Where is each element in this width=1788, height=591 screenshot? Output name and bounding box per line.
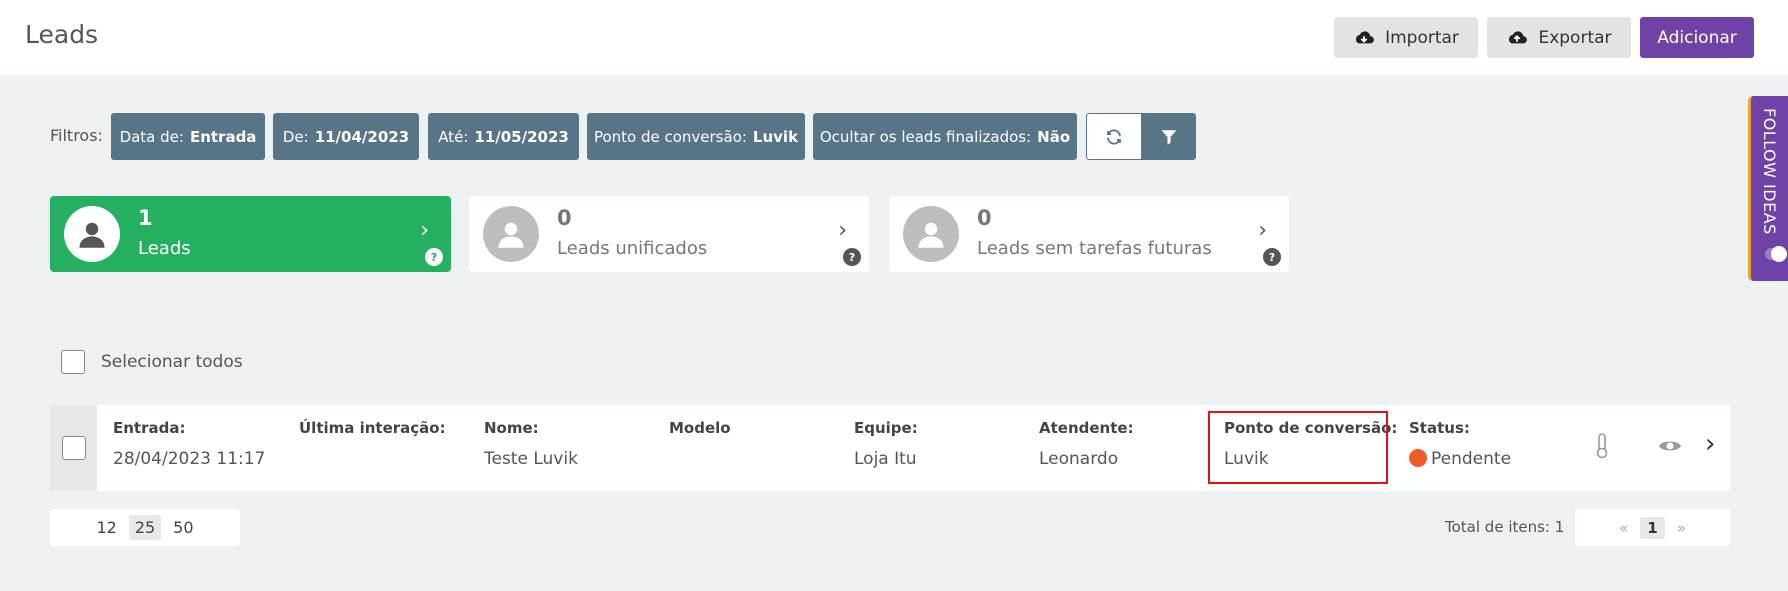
col-header: Última interação: <box>299 419 446 437</box>
col-header: Equipe: <box>854 419 918 437</box>
filter-chip-value: Entrada <box>189 127 257 146</box>
row-checkbox-cell <box>50 405 97 491</box>
filter-chip-value: 11/05/2023 <box>474 127 569 146</box>
filter-chip-value: Luvik <box>752 127 799 146</box>
page-title: Leads <box>25 20 99 49</box>
pagination-current[interactable]: 1 <box>1640 516 1665 539</box>
row-checkbox[interactable] <box>61 436 86 460</box>
filter-chip-key: Ponto de conversão: <box>593 127 747 146</box>
follow-ideas-label: FOLLOW IDEAS <box>1760 108 1779 235</box>
col-value: Leonardo <box>1039 449 1119 469</box>
status-text: Pendente <box>1431 449 1512 469</box>
card-unified-leads[interactable]: 0 Leads unificados › ? <box>469 196 869 272</box>
user-avatar-icon <box>483 206 539 262</box>
col-header: Nome: <box>484 419 539 437</box>
table-row[interactable]: Entrada: 28/04/2023 11:17 Última interaç… <box>50 405 1730 491</box>
import-button[interactable]: Importar <box>1334 17 1478 58</box>
export-button[interactable]: Exportar <box>1487 17 1631 58</box>
filter-chip-conversion-point[interactable]: Ponto de conversão: Luvik <box>587 113 805 160</box>
cloud-upload-icon <box>1509 30 1528 43</box>
filter-chip-date-type[interactable]: Data de: Entrada <box>111 113 265 160</box>
col-entrada: Entrada: 28/04/2023 11:17 <box>113 419 265 469</box>
pagination-prev[interactable]: « <box>1619 519 1628 537</box>
chevron-right-icon: › <box>838 218 847 243</box>
col-header: Modelo <box>669 419 731 437</box>
card-count: 1 <box>138 206 153 230</box>
page-size-50[interactable]: 50 <box>167 515 199 540</box>
col-header: Entrada: <box>113 419 186 437</box>
filter-button[interactable] <box>1141 113 1196 160</box>
help-icon[interactable]: ? <box>1263 248 1281 266</box>
clock-icon <box>1409 449 1427 467</box>
pagination: « 1 » <box>1575 509 1730 546</box>
filter-chip-key: De: <box>282 127 309 146</box>
card-label: Leads sem tarefas futuras <box>977 238 1212 259</box>
chevron-right-icon: › <box>1258 218 1267 243</box>
card-leads[interactable]: 1 Leads › ? <box>50 196 451 272</box>
help-icon[interactable]: ? <box>425 248 443 266</box>
thermometer-icon[interactable] <box>1595 433 1609 463</box>
card-label: Leads <box>138 238 191 259</box>
filter-chip-hide-finished[interactable]: Ocultar os leads finalizados: Não <box>813 113 1077 160</box>
toggle-icon <box>1765 246 1787 262</box>
select-all-checkbox[interactable] <box>61 350 85 374</box>
filter-chip-to[interactable]: Até: 11/05/2023 <box>428 113 579 160</box>
col-value: Loja Itu <box>854 449 917 469</box>
col-header: Atendente: <box>1039 419 1134 437</box>
add-button[interactable]: Adicionar <box>1640 17 1754 58</box>
refresh-button[interactable] <box>1086 113 1142 160</box>
col-atendente: Atendente: Leonardo <box>1039 419 1134 469</box>
chevron-right-icon[interactable]: › <box>1705 429 1715 459</box>
top-bar: Leads Importar Exportar Adicionar <box>0 0 1788 75</box>
total-items: Total de itens: 1 <box>1445 518 1565 536</box>
filter-chip-key: Ocultar os leads finalizados: <box>819 127 1032 146</box>
col-modelo: Modelo <box>669 419 731 449</box>
help-icon[interactable]: ? <box>843 248 861 266</box>
export-label: Exportar <box>1538 27 1612 48</box>
eye-icon[interactable] <box>1658 438 1682 458</box>
filter-chip-from[interactable]: De: 11/04/2023 <box>273 113 419 160</box>
col-status: Status: Pendente <box>1409 419 1511 469</box>
card-count: 0 <box>977 206 992 230</box>
user-avatar-icon <box>64 206 120 262</box>
funnel-icon <box>1161 129 1176 144</box>
select-all-label: Selecionar todos <box>101 352 243 372</box>
user-avatar-icon <box>903 206 959 262</box>
col-equipe: Equipe: Loja Itu <box>854 419 918 469</box>
filter-chip-key: Data de: <box>119 127 184 146</box>
col-value: Teste Luvik <box>484 449 578 469</box>
filter-chip-key: Até: <box>438 127 469 146</box>
page-size-25[interactable]: 25 <box>128 515 162 540</box>
status-value: Pendente <box>1409 449 1511 469</box>
refresh-icon <box>1107 128 1121 145</box>
cloud-download-icon <box>1356 30 1374 43</box>
page-size-12[interactable]: 12 <box>90 515 122 540</box>
follow-ideas-tab[interactable]: FOLLOW IDEAS <box>1748 96 1788 281</box>
col-header: Status: <box>1409 419 1470 437</box>
filter-chip-value: Não <box>1037 127 1071 146</box>
import-label: Importar <box>1385 27 1459 48</box>
filter-chip-value: 11/04/2023 <box>314 127 410 146</box>
select-all[interactable]: Selecionar todos <box>61 350 243 374</box>
pagination-next[interactable]: » <box>1677 519 1686 537</box>
filters-label: Filtros: <box>50 126 103 145</box>
card-label: Leads unificados <box>557 238 708 259</box>
chevron-right-icon: › <box>420 218 429 243</box>
highlight-box <box>1208 411 1388 484</box>
page-size-selector: 12 25 50 <box>50 509 240 546</box>
card-count: 0 <box>557 206 572 230</box>
card-leads-without-tasks[interactable]: 0 Leads sem tarefas futuras › ? <box>889 196 1289 272</box>
col-value: 28/04/2023 11:17 <box>113 449 266 469</box>
col-ultima-interacao: Última interação: <box>299 419 446 449</box>
col-nome: Nome: Teste Luvik <box>484 419 578 469</box>
